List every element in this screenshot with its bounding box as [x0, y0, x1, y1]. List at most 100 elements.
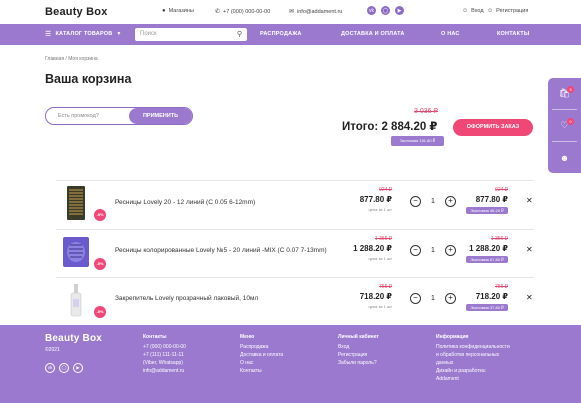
- quantity-value[interactable]: 1: [427, 247, 439, 254]
- youtube-icon[interactable]: ▶: [73, 363, 83, 373]
- footer-link-delivery[interactable]: Доставка и оплата: [240, 352, 283, 360]
- instagram-icon[interactable]: ◯: [59, 363, 69, 373]
- youtube-icon[interactable]: ▶: [395, 6, 404, 15]
- chevron-down-icon: ▼: [116, 31, 122, 37]
- breadcrumb-home[interactable]: Главная: [45, 56, 64, 62]
- cart-count-badge: 3: [567, 86, 574, 93]
- phone-link[interactable]: ✆ +7 (000) 000-00-00: [215, 8, 270, 16]
- remove-item-button[interactable]: ✕: [526, 196, 533, 205]
- register-link[interactable]: ☺ Регистрация: [487, 8, 528, 14]
- discount-badge: -5%: [94, 258, 106, 270]
- user-icon: ☺: [462, 8, 469, 14]
- contacts-title: Контакты: [143, 334, 167, 340]
- nav-delivery[interactable]: ДОСТАВКА И ОПЛАТА: [341, 24, 405, 45]
- footer-link-login[interactable]: Вход: [338, 344, 349, 352]
- remove-item-button[interactable]: ✕: [526, 245, 533, 254]
- item-sum: 1 288.20 ₽: [469, 244, 508, 253]
- email-link[interactable]: ✉ info@addament.ru: [289, 8, 342, 16]
- promo-form: Есть промокод? ПРИМЕНИТЬ: [45, 107, 193, 125]
- old-price: 924 ₽: [379, 187, 392, 193]
- divider: [56, 180, 534, 181]
- instagram-icon[interactable]: ◯: [381, 6, 390, 15]
- economy-badge: Экономия 37.80 ₽: [466, 304, 508, 311]
- footer: Beauty Box ©2021 vk ◯ ▶ Контакты +7 (000…: [0, 325, 581, 403]
- discount-badge: -5%: [94, 209, 106, 221]
- unit-price: 1 288.20 ₽: [353, 244, 392, 253]
- login-link[interactable]: ☺ Вход: [462, 8, 484, 14]
- search-input[interactable]: Поиск ⚲: [135, 28, 247, 41]
- footer-developer-label: Дизайн и разработка:: [436, 368, 487, 374]
- unit-price: 877.80 ₽: [359, 195, 392, 204]
- old-price: 756 ₽: [379, 284, 392, 290]
- item-sum: 877.80 ₽: [475, 195, 508, 204]
- quantity-value[interactable]: 1: [427, 198, 439, 205]
- vk-icon[interactable]: vk: [45, 363, 55, 373]
- quantity-value[interactable]: 1: [427, 295, 439, 302]
- increase-qty-button[interactable]: +: [445, 196, 456, 207]
- savings-badge: Экономия 151.80 ₽: [391, 136, 444, 146]
- product-image[interactable]: [57, 184, 95, 222]
- wishlist-count-badge: 0: [567, 118, 574, 125]
- decrease-qty-button[interactable]: −: [410, 196, 421, 207]
- footer-messengers: (Viber, Whatsapp): [143, 360, 183, 366]
- catalog-menu-button[interactable]: ☰ КАТАЛОГ ТОВАРОВ ▼: [45, 24, 122, 45]
- footer-link-sale[interactable]: Распродажа: [240, 344, 268, 352]
- footer-link-privacy-2[interactable]: и обработки персональных: [436, 352, 499, 360]
- increase-qty-button[interactable]: +: [445, 245, 456, 256]
- total: Итого: 2 884.20 ₽: [342, 121, 438, 133]
- product-name[interactable]: Закрепитель Lovely прозрачный лаковый, 1…: [115, 295, 258, 302]
- economy-badge: Экономия 46.20 ₽: [466, 207, 508, 214]
- footer-link-register[interactable]: Регистрация: [338, 352, 367, 360]
- footer-email[interactable]: info@addament.ru: [143, 368, 184, 376]
- phone-icon: ✆: [215, 9, 221, 15]
- footer-link-contacts[interactable]: Контакты: [240, 368, 262, 376]
- old-sum: 1 356 ₽: [490, 236, 508, 242]
- old-sum: 756 ₽: [495, 284, 508, 290]
- decrease-qty-button[interactable]: −: [410, 293, 421, 304]
- account-button[interactable]: ☻: [548, 142, 581, 173]
- logo[interactable]: Beauty Box: [45, 6, 108, 18]
- hamburger-icon: ☰: [45, 31, 52, 38]
- footer-phone-2[interactable]: +7 (111) 111-11-11: [143, 352, 184, 360]
- increase-qty-button[interactable]: +: [445, 293, 456, 304]
- unit-label: цена за 1 шт: [368, 256, 392, 261]
- discount-badge: -5%: [94, 306, 106, 318]
- old-price: 1 356 ₽: [374, 236, 392, 242]
- product-image[interactable]: [57, 233, 95, 271]
- search-icon[interactable]: ⚲: [237, 28, 242, 41]
- stores-link[interactable]: ● Магазины: [162, 8, 194, 14]
- divider: [56, 277, 534, 278]
- account-title: Личный кабинет: [338, 334, 379, 340]
- promo-input[interactable]: Есть промокод?: [58, 108, 99, 124]
- footer-phone-1[interactable]: +7 (000) 000-00-00: [143, 344, 186, 352]
- footer-link-about[interactable]: О нас: [240, 360, 253, 368]
- nav-sale[interactable]: РАСПРОДАЖА: [260, 24, 302, 45]
- footer-developer-link[interactable]: Addament: [436, 376, 459, 384]
- copyright: ©2021: [45, 347, 60, 353]
- apply-promo-button[interactable]: ПРИМЕНИТЬ: [129, 108, 192, 124]
- user-icon: ☻: [559, 152, 570, 163]
- divider: [56, 229, 534, 230]
- footer-link-privacy-3[interactable]: данных: [436, 360, 453, 368]
- vk-icon[interactable]: vk: [367, 6, 376, 15]
- decrease-qty-button[interactable]: −: [410, 245, 421, 256]
- main-nav: ☰ КАТАЛОГ ТОВАРОВ ▼ РАСПРОДАЖА ДОСТАВКА …: [0, 24, 581, 45]
- footer-logo[interactable]: Beauty Box: [45, 333, 102, 344]
- nav-contacts[interactable]: КОНТАКТЫ: [497, 24, 529, 45]
- breadcrumb: Главная / Моя корзина: [45, 56, 98, 62]
- unit-label: цена за 1 шт: [368, 207, 392, 212]
- map-pin-icon: ●: [162, 8, 166, 14]
- product-name[interactable]: Ресницы Lovely 20 - 12 линий (C 0.05 6-1…: [115, 199, 255, 206]
- footer-link-privacy[interactable]: Политика конфиденциальности: [436, 344, 510, 352]
- economy-badge: Экономия 67.80 ₽: [466, 256, 508, 263]
- checkout-button[interactable]: ОФОРМИТЬ ЗАКАЗ: [453, 119, 533, 136]
- nav-about[interactable]: О НАС: [441, 24, 460, 45]
- footer-link-forgot[interactable]: Забыли пароль?: [338, 360, 377, 368]
- remove-item-button[interactable]: ✕: [526, 293, 533, 302]
- product-name[interactable]: Ресницы колорированные Lovely №5 - 20 ли…: [115, 247, 327, 254]
- item-sum: 718.20 ₽: [475, 292, 508, 301]
- product-image[interactable]: [57, 281, 95, 319]
- cart-button[interactable]: 🛍 3: [548, 78, 581, 109]
- old-total: 3 036 ₽: [414, 108, 438, 115]
- wishlist-button[interactable]: ♡ 0: [548, 110, 581, 141]
